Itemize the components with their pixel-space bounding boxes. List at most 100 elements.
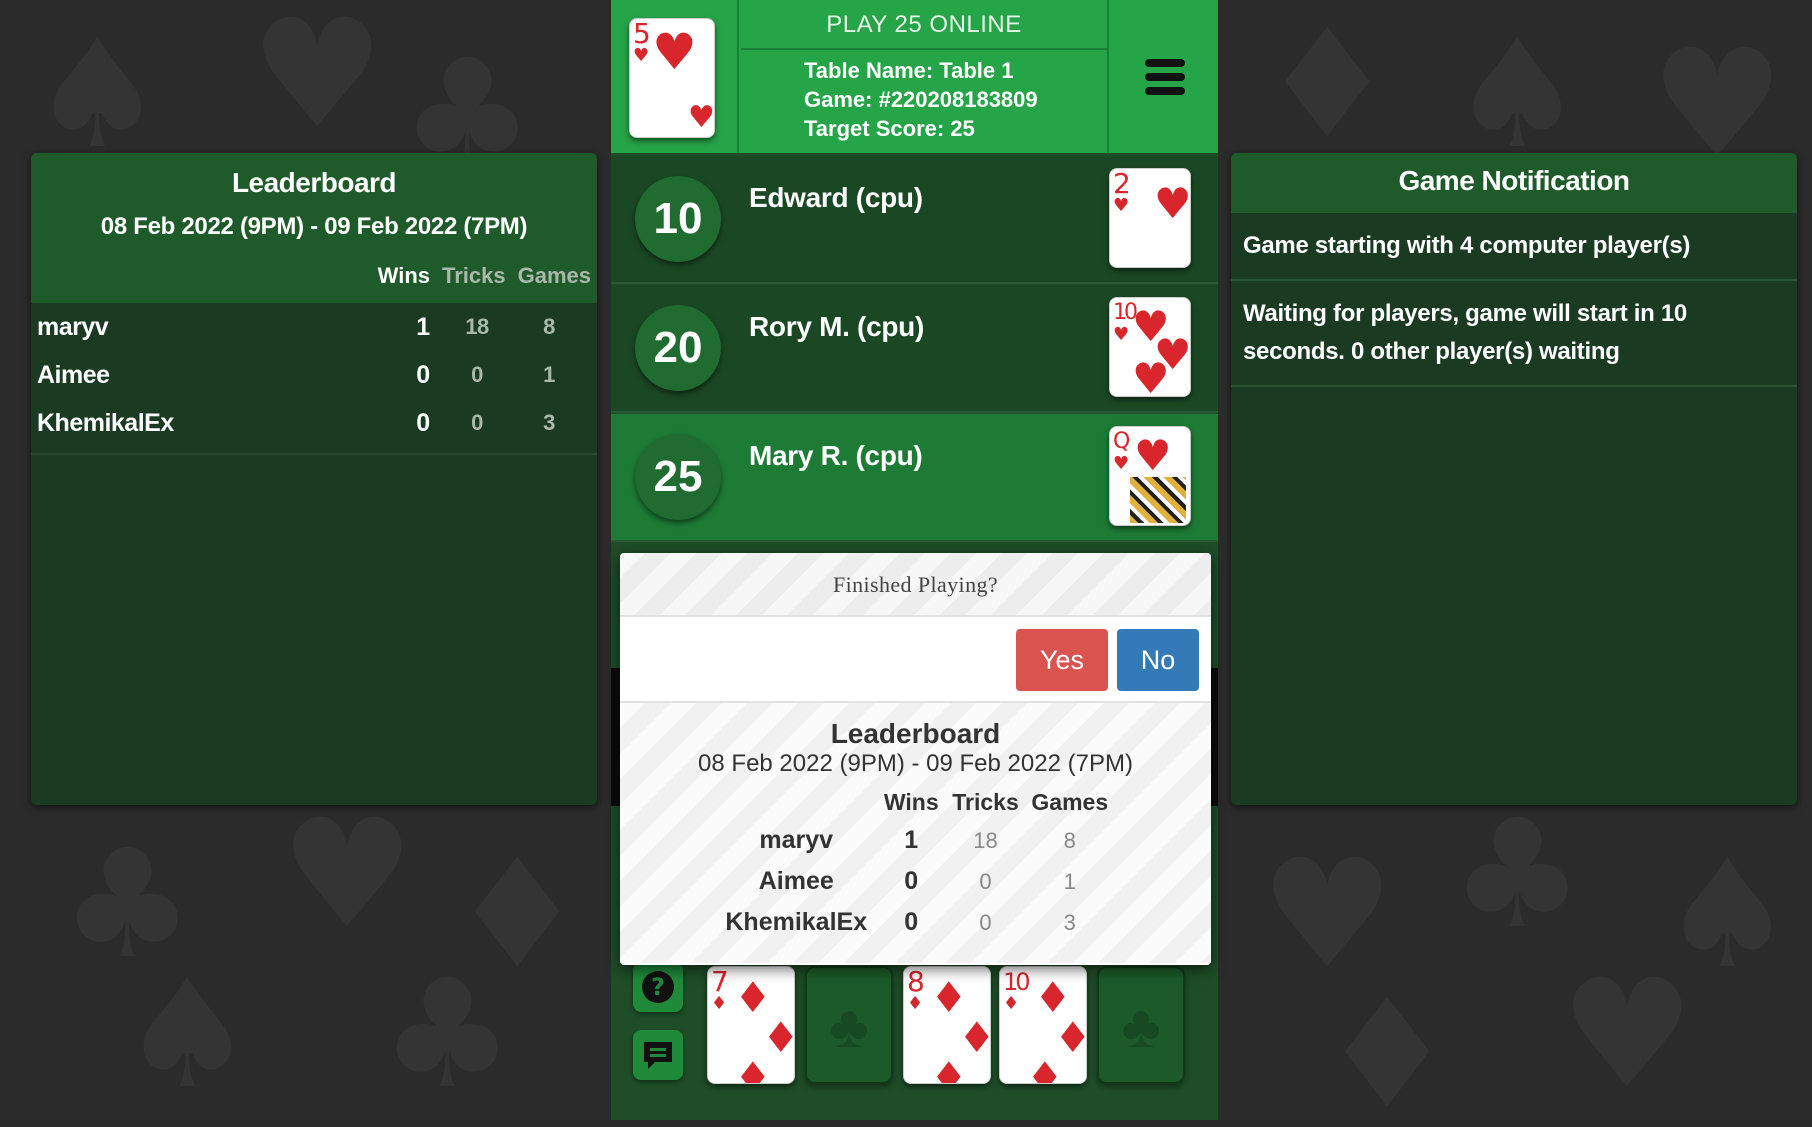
hamburger-menu-icon[interactable]: [1111, 0, 1218, 153]
column-games: Games: [1031, 789, 1109, 815]
dialog-leaderboard: Leaderboard 08 Feb 2022 (9PM) - 09 Feb 2…: [620, 703, 1211, 963]
player-name: Aimee: [758, 867, 834, 895]
question-circle-icon[interactable]: ?: [633, 962, 683, 1012]
leaderboard-row: KhemikalEx 0 0 3: [31, 399, 597, 447]
diamond-icon: ♦: [1003, 993, 1020, 1014]
dialog-leaderboard-header-row: Wins Tricks Games: [716, 785, 1115, 820]
column-wins: Wins: [377, 263, 430, 288]
player-name: KhemikalEx: [37, 408, 174, 437]
card-rank: Q: [1113, 429, 1130, 454]
notification-item: Game starting with 4 computer player(s): [1231, 213, 1797, 281]
card-rank: 5: [633, 18, 651, 50]
player-name: Aimee: [37, 360, 110, 389]
dialog-leaderboard-table: Wins Tricks Games maryv 1 18 8 Aimee 0 0…: [716, 785, 1115, 943]
heart-icon: ♥: [652, 23, 697, 81]
player-tricks: 0: [471, 362, 483, 387]
player-score: 20: [635, 305, 721, 391]
player-games: 1: [543, 362, 555, 387]
player-name: Edward (cpu): [749, 182, 923, 213]
notification-title: Game Notification: [1398, 165, 1630, 196]
player-games: 8: [1063, 827, 1076, 853]
game-info-lines: Table Name: Table 1 Game: #220208183809 …: [741, 50, 1107, 143]
card-rank: 10: [1003, 968, 1030, 996]
svg-text:?: ?: [651, 973, 665, 1001]
leaderboard-columns: Wins Tricks Games: [378, 263, 591, 289]
hand-card[interactable]: 8 ♦ ♦ ♦ ♦: [903, 966, 991, 1084]
player-tricks: 0: [471, 410, 483, 435]
player-row-active: 25 Mary R. (cpu) Q ♥ ♥: [611, 414, 1218, 542]
column-tricks: Tricks: [442, 263, 506, 288]
yes-button[interactable]: Yes: [1016, 629, 1108, 691]
heart-icon: ♥: [1113, 195, 1130, 216]
player-tricks: 18: [973, 827, 998, 853]
dialog-leaderboard-title: Leaderboard: [830, 718, 1001, 749]
notification-header: Game Notification: [1231, 153, 1797, 213]
player-score: 10: [635, 176, 721, 262]
table-row: maryv 1 18 8: [716, 820, 1115, 861]
hand-card[interactable]: 10 ♦ ♦ ♦ ♦: [999, 966, 1087, 1084]
finished-playing-dialog: Finished Playing? Yes No Leaderboard 08 …: [620, 553, 1211, 965]
game-header-bar: 5 ♥ ♥ ♥ PLAY 25 ONLINE Table Name: Table…: [611, 0, 1218, 153]
player-wins: 1: [904, 826, 919, 854]
heart-icon: ♥: [688, 100, 715, 135]
diamond-icon: ♦: [907, 993, 924, 1014]
table-row: Aimee 0 0 1: [716, 861, 1115, 902]
empty-card-slot: ♣: [1097, 966, 1185, 1084]
player-row: 20 Rory M. (cpu) 10 ♥ ♥ ♥ ♥: [611, 285, 1218, 413]
player-score: 25: [635, 434, 721, 520]
player-name: maryv: [37, 312, 109, 341]
column-wins: Wins: [883, 789, 939, 815]
player-games: 8: [543, 314, 555, 339]
card-rank: 7: [711, 966, 729, 998]
heart-icon: ♥: [1154, 179, 1191, 228]
heart-icon: ♥: [1113, 453, 1130, 474]
column-tricks: Tricks: [952, 789, 1019, 815]
diamond-icon: ♦: [930, 1053, 968, 1084]
heart-icon: ♥: [633, 45, 650, 66]
dialog-title: Finished Playing?: [620, 553, 1211, 617]
card-rank: 8: [907, 966, 925, 998]
card-rank: 2: [1113, 168, 1131, 200]
diamond-icon: ♦: [734, 1053, 772, 1084]
hand-card[interactable]: 7 ♦ ♦ ♦ ♦: [707, 966, 795, 1084]
no-button[interactable]: No: [1117, 629, 1199, 691]
table-row: KhemikalEx 0 0 3: [716, 902, 1115, 943]
player-games: 3: [1063, 909, 1076, 935]
diamond-icon: ♦: [1026, 1053, 1064, 1084]
trump-card-area: 5 ♥ ♥ ♥: [611, 0, 739, 153]
game-notification-panel: Game Notification Game starting with 4 c…: [1231, 153, 1797, 805]
table-name: Table Name: Table 1: [804, 58, 1014, 83]
leaderboard-date-range: 08 Feb 2022 (9PM) - 09 Feb 2022 (7PM): [100, 213, 528, 240]
notification-item: Waiting for players, game will start in …: [1231, 281, 1797, 387]
chat-bubble-icon[interactable]: [633, 1030, 683, 1080]
column-games: Games: [517, 263, 591, 288]
player-wins: 0: [416, 408, 430, 437]
player-name: maryv: [759, 826, 834, 854]
heart-icon: ♥: [1132, 354, 1170, 397]
heart-icon: ♥: [1134, 431, 1172, 480]
player-tricks: 18: [465, 314, 489, 339]
player-wins: 1: [416, 312, 430, 341]
leaderboard-row: Aimee 0 0 1: [31, 351, 597, 399]
player-name: Rory M. (cpu): [749, 311, 924, 342]
player-name: KhemikalEx: [725, 908, 868, 936]
game-id: Game: #220208183809: [804, 87, 1038, 112]
played-card: 2 ♥ ♥: [1109, 168, 1191, 268]
player-wins: 0: [904, 867, 919, 895]
site-title: PLAY 25 ONLINE: [741, 0, 1107, 50]
player-tricks: 0: [979, 909, 992, 935]
player-games: 3: [543, 410, 555, 435]
leaderboard-list: maryv 1 18 8 Aimee 0 0 1 KhemikalEx 0 0 …: [31, 303, 597, 455]
played-card: Q ♥ ♥: [1109, 426, 1191, 526]
played-card: 10 ♥ ♥ ♥ ♥: [1109, 297, 1191, 397]
trump-card: 5 ♥ ♥ ♥: [629, 18, 715, 138]
dialog-leaderboard-date-range: 08 Feb 2022 (9PM) - 09 Feb 2022 (7PM): [698, 750, 1133, 777]
leaderboard-row: maryv 1 18 8: [31, 303, 597, 351]
player-tricks: 0: [979, 868, 992, 894]
leaderboard-title: Leaderboard: [231, 167, 397, 198]
leaderboard-header: Leaderboard 08 Feb 2022 (9PM) - 09 Feb 2…: [31, 153, 597, 303]
empty-card-slot: ♣: [805, 966, 893, 1084]
queen-artwork: [1130, 477, 1186, 523]
player-row: 10 Edward (cpu) 2 ♥ ♥: [611, 156, 1218, 284]
diamond-icon: ♦: [711, 993, 728, 1014]
